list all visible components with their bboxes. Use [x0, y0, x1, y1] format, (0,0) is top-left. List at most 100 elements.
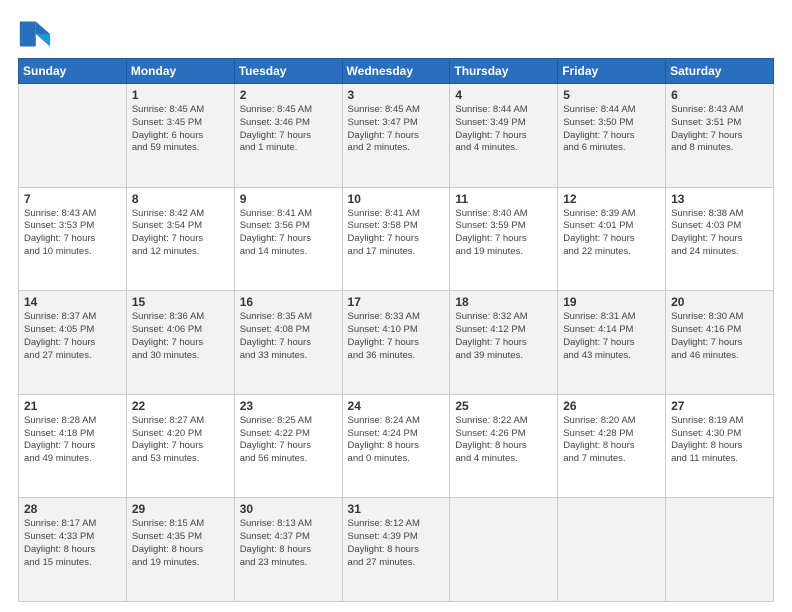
- col-wednesday: Wednesday: [342, 59, 450, 84]
- day-number: 26: [563, 399, 660, 413]
- day-number: 11: [455, 192, 552, 206]
- table-row: [558, 498, 666, 602]
- week-row-5: 28Sunrise: 8:17 AMSunset: 4:33 PMDayligh…: [19, 498, 774, 602]
- table-row: 4Sunrise: 8:44 AMSunset: 3:49 PMDaylight…: [450, 84, 558, 188]
- table-row: 6 Sunrise: 8:43 AMSunset: 3:51 PMDaylight…: [666, 84, 774, 188]
- day-number: 24: [348, 399, 445, 413]
- col-saturday: Saturday: [666, 59, 774, 84]
- day-number: 9: [240, 192, 337, 206]
- day-info: Sunrise: 8:45 AMSunset: 3:47 PMDaylight:…: [348, 104, 445, 155]
- day-info: Sunrise: 8:12 AMSunset: 4:39 PMDaylight:…: [348, 518, 445, 569]
- table-row: 8 Sunrise: 8:42 AMSunset: 3:54 PMDaylight…: [126, 187, 234, 291]
- table-row: 26 Sunrise: 8:20 AMSunset: 4:28 PMDayligh…: [558, 394, 666, 498]
- calendar-table: Sunday Monday Tuesday Wednesday Thursday…: [18, 58, 774, 602]
- day-number: 19: [563, 295, 660, 309]
- day-number: 2: [240, 88, 337, 102]
- day-info: Sunrise: 8:40 AMSunset: 3:59 PMDaylight:…: [455, 208, 552, 259]
- table-row: 21Sunrise: 8:28 AMSunset: 4:18 PMDayligh…: [19, 394, 127, 498]
- day-number: 25: [455, 399, 552, 413]
- day-info: Sunrise: 8:20 AMSunset: 4:28 PMDaylight:…: [563, 415, 660, 466]
- day-number: 1: [132, 88, 229, 102]
- col-thursday: Thursday: [450, 59, 558, 84]
- table-row: 5 Sunrise: 8:44 AMSunset: 3:50 PMDaylight…: [558, 84, 666, 188]
- day-info: Sunrise: 8:43 AMSunset: 3:53 PMDaylight:…: [24, 208, 121, 259]
- day-number: 13: [671, 192, 768, 206]
- day-number: 6: [671, 88, 768, 102]
- col-sunday: Sunday: [19, 59, 127, 84]
- day-number: 31: [348, 502, 445, 516]
- day-info: Sunrise: 8:36 AMSunset: 4:06 PMDaylight:…: [132, 311, 229, 362]
- table-row: 23 Sunrise: 8:25 AMSunset: 4:22 PMDayligh…: [234, 394, 342, 498]
- table-row: 13 Sunrise: 8:38 AMSunset: 4:03 PMDayligh…: [666, 187, 774, 291]
- day-info: Sunrise: 8:17 AMSunset: 4:33 PMDaylight:…: [24, 518, 121, 569]
- day-info: Sunrise: 8:42 AMSunset: 3:54 PMDaylight:…: [132, 208, 229, 259]
- col-tuesday: Tuesday: [234, 59, 342, 84]
- day-number: 3: [348, 88, 445, 102]
- table-row: 12 Sunrise: 8:39 AMSunset: 4:01 PMDayligh…: [558, 187, 666, 291]
- table-row: 31 Sunrise: 8:12 AMSunset: 4:39 PMDayligh…: [342, 498, 450, 602]
- day-info: Sunrise: 8:41 AMSunset: 3:58 PMDaylight:…: [348, 208, 445, 259]
- day-info: Sunrise: 8:45 AMSunset: 3:46 PMDaylight:…: [240, 104, 337, 155]
- day-number: 27: [671, 399, 768, 413]
- table-row: 30 Sunrise: 8:13 AMSunset: 4:37 PMDayligh…: [234, 498, 342, 602]
- logo: [18, 18, 54, 50]
- table-row: 28Sunrise: 8:17 AMSunset: 4:33 PMDayligh…: [19, 498, 127, 602]
- week-row-2: 7 Sunrise: 8:43 AMSunset: 3:53 PMDaylight…: [19, 187, 774, 291]
- table-row: 24Sunrise: 8:24 AMSunset: 4:24 PMDayligh…: [342, 394, 450, 498]
- page: Sunday Monday Tuesday Wednesday Thursday…: [0, 0, 792, 612]
- day-number: 15: [132, 295, 229, 309]
- day-info: Sunrise: 8:41 AMSunset: 3:56 PMDaylight:…: [240, 208, 337, 259]
- header: [18, 18, 774, 50]
- col-monday: Monday: [126, 59, 234, 84]
- day-info: Sunrise: 8:39 AMSunset: 4:01 PMDaylight:…: [563, 208, 660, 259]
- table-row: 9 Sunrise: 8:41 AMSunset: 3:56 PMDaylight…: [234, 187, 342, 291]
- header-row: Sunday Monday Tuesday Wednesday Thursday…: [19, 59, 774, 84]
- table-row: 19 Sunrise: 8:31 AMSunset: 4:14 PMDayligh…: [558, 291, 666, 395]
- table-row: 2 Sunrise: 8:45 AMSunset: 3:46 PMDaylight…: [234, 84, 342, 188]
- week-row-1: 1 Sunrise: 8:45 AMSunset: 3:45 PMDaylight…: [19, 84, 774, 188]
- day-info: Sunrise: 8:31 AMSunset: 4:14 PMDaylight:…: [563, 311, 660, 362]
- table-row: 29 Sunrise: 8:15 AMSunset: 4:35 PMDayligh…: [126, 498, 234, 602]
- day-info: Sunrise: 8:13 AMSunset: 4:37 PMDaylight:…: [240, 518, 337, 569]
- day-info: Sunrise: 8:43 AMSunset: 3:51 PMDaylight:…: [671, 104, 768, 155]
- day-number: 23: [240, 399, 337, 413]
- day-number: 8: [132, 192, 229, 206]
- table-row: 15 Sunrise: 8:36 AMSunset: 4:06 PMDayligh…: [126, 291, 234, 395]
- table-row: 18 Sunrise: 8:32 AMSunset: 4:12 PMDayligh…: [450, 291, 558, 395]
- day-info: Sunrise: 8:44 AMSunset: 3:50 PMDaylight:…: [563, 104, 660, 155]
- day-info: Sunrise: 8:37 AMSunset: 4:05 PMDaylight:…: [24, 311, 121, 362]
- table-row: 27 Sunrise: 8:19 AMSunset: 4:30 PMDayligh…: [666, 394, 774, 498]
- day-info: Sunrise: 8:38 AMSunset: 4:03 PMDaylight:…: [671, 208, 768, 259]
- day-info: Sunrise: 8:19 AMSunset: 4:30 PMDaylight:…: [671, 415, 768, 466]
- logo-icon: [18, 18, 50, 50]
- day-number: 18: [455, 295, 552, 309]
- week-row-4: 21Sunrise: 8:28 AMSunset: 4:18 PMDayligh…: [19, 394, 774, 498]
- day-info: Sunrise: 8:35 AMSunset: 4:08 PMDaylight:…: [240, 311, 337, 362]
- table-row: [666, 498, 774, 602]
- day-info: Sunrise: 8:28 AMSunset: 4:18 PMDaylight:…: [24, 415, 121, 466]
- day-info: Sunrise: 8:44 AMSunset: 3:49 PMDaylight:…: [455, 104, 552, 155]
- day-info: Sunrise: 8:25 AMSunset: 4:22 PMDaylight:…: [240, 415, 337, 466]
- day-number: 5: [563, 88, 660, 102]
- col-friday: Friday: [558, 59, 666, 84]
- table-row: [450, 498, 558, 602]
- day-number: 29: [132, 502, 229, 516]
- table-row: 3 Sunrise: 8:45 AMSunset: 3:47 PMDaylight…: [342, 84, 450, 188]
- day-number: 17: [348, 295, 445, 309]
- table-row: 25Sunrise: 8:22 AMSunset: 4:26 PMDayligh…: [450, 394, 558, 498]
- table-row: 10Sunrise: 8:41 AMSunset: 3:58 PMDayligh…: [342, 187, 450, 291]
- day-info: Sunrise: 8:32 AMSunset: 4:12 PMDaylight:…: [455, 311, 552, 362]
- table-row: 17 Sunrise: 8:33 AMSunset: 4:10 PMDayligh…: [342, 291, 450, 395]
- day-number: 14: [24, 295, 121, 309]
- day-number: 12: [563, 192, 660, 206]
- table-row: 16Sunrise: 8:35 AMSunset: 4:08 PMDayligh…: [234, 291, 342, 395]
- week-row-3: 14 Sunrise: 8:37 AMSunset: 4:05 PMDayligh…: [19, 291, 774, 395]
- day-number: 7: [24, 192, 121, 206]
- day-number: 30: [240, 502, 337, 516]
- day-info: Sunrise: 8:45 AMSunset: 3:45 PMDaylight:…: [132, 104, 229, 155]
- day-info: Sunrise: 8:33 AMSunset: 4:10 PMDaylight:…: [348, 311, 445, 362]
- table-row: 1 Sunrise: 8:45 AMSunset: 3:45 PMDaylight…: [126, 84, 234, 188]
- day-info: Sunrise: 8:15 AMSunset: 4:35 PMDaylight:…: [132, 518, 229, 569]
- table-row: 22Sunrise: 8:27 AMSunset: 4:20 PMDayligh…: [126, 394, 234, 498]
- day-number: 20: [671, 295, 768, 309]
